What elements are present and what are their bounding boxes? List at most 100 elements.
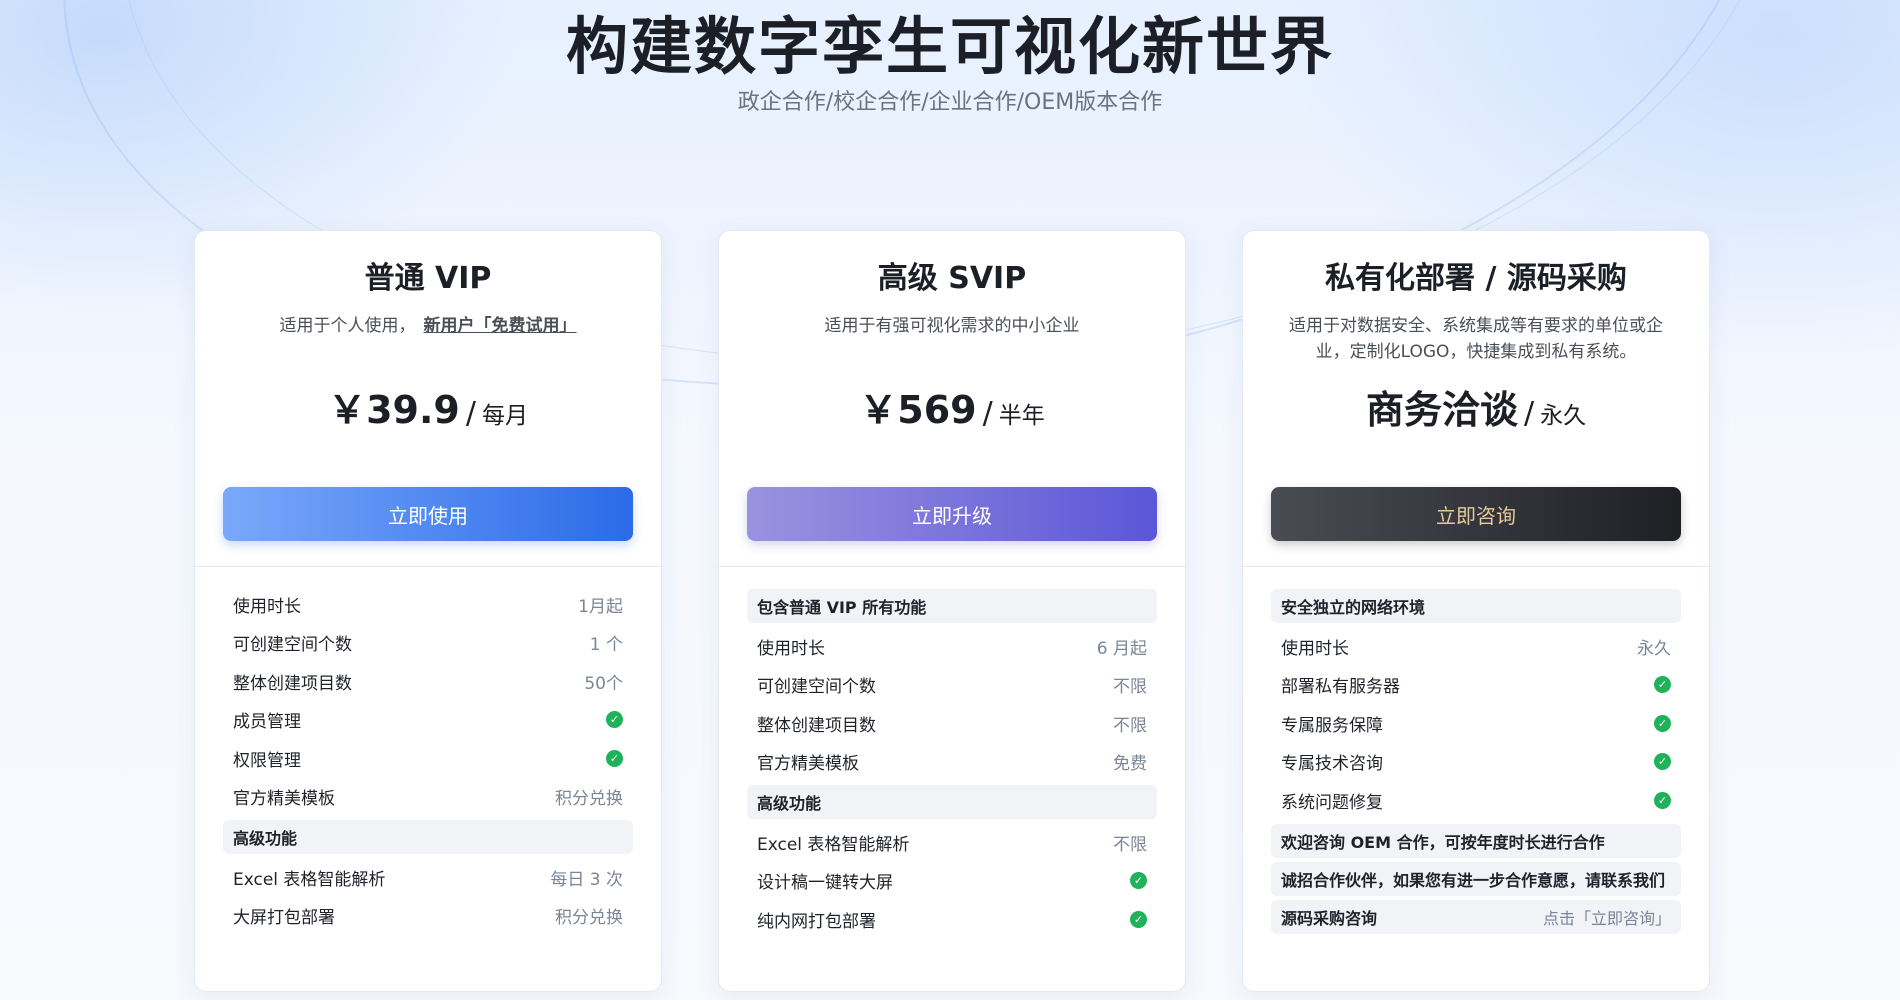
feature-value: 积分兑换 [555,908,623,929]
feature-label: 官方精美模板 [757,754,859,775]
plan-description: 适用于有强可视化需求的中小企业 [824,316,1080,336]
feature-section-header: 高级功能 [223,820,633,854]
feature-value: 不限 [1113,677,1147,698]
feature-label: 专属技术咨询 [1281,754,1383,775]
feature-label: 使用时长 [233,596,301,617]
price-separator: / [1523,396,1535,431]
feature-label: 使用时长 [1281,638,1349,659]
section-label: 包含普通 VIP 所有功能 [757,598,927,617]
plan-card-header: 高级 SVIP 适用于有强可视化需求的中小企业 ￥569 / 半年 立即升级 [719,231,1185,566]
feature-row: 官方精美模板 积分兑换 [223,778,633,817]
feature-value: 每日 3 次 [550,869,623,890]
feature-row: 专属技术咨询 ✓ [1271,743,1681,782]
feature-row: 使用时长 永久 [1271,627,1681,666]
feature-section-header: 欢迎咨询 OEM 合作，可按年度时长进行合作 [1271,823,1681,858]
feature-value: 1月起 [578,596,623,617]
feature-section-header: 包含普通 VIP 所有功能 [747,589,1157,623]
price-period: 每月 [481,403,528,429]
feature-section-header: 高级功能 [747,785,1157,819]
plan-price: ￥569 / 半年 [719,379,1185,434]
check-circle-icon: ✓ [1654,753,1671,771]
feature-row: 使用时长 6 月起 [747,627,1157,666]
section-label: 安全独立的网络环境 [1281,598,1426,617]
feature-label: 官方精美模板 [233,789,335,810]
feature-row: 官方精美模板 免费 [747,743,1157,782]
feature-section-header: 诚招合作伙伴，如果您有进一步合作意愿，请联系我们 [1271,861,1681,896]
feature-list: 包含普通 VIP 所有功能 使用时长 6 月起 可创建空间个数 不限 整体创建项目数 不限官… [719,567,1185,939]
price-amount: 商务洽谈 [1365,388,1518,432]
feature-row: 部署私有服务器 ✓ [1271,666,1681,705]
feature-row: 设计稿一键转大屏 ✓ [747,862,1157,901]
section-label: 诚招合作伙伴，如果您有进一步合作意愿，请联系我们 [1281,870,1666,890]
feature-label: 整体创建项目数 [233,673,352,694]
check-circle-icon: ✓ [1654,676,1671,694]
plan-price: ￥39.9 / 每月 [195,379,661,434]
price-separator: / [982,396,993,431]
feature-label: 可创建空间个数 [757,677,876,698]
feature-value: 不限 [1113,715,1147,736]
feature-row: 专属服务保障 ✓ [1271,704,1681,743]
check-circle-icon: ✓ [606,711,623,729]
feature-row: Excel 表格智能解析 不限 [747,823,1157,862]
pricing-cards: 普通 VIP 适用于个人使用， 新用户「免费试用」 ￥39.9 / 每月 立即使用… [194,230,1710,992]
plan-title: 高级 SVIP [877,261,1027,296]
plan-card-private: 私有化部署 / 源码采购 适用于对数据安全、系统集成等有要求的单位或企业，定制化… [1242,230,1710,992]
feature-row: 使用时长 1月起 [223,585,633,624]
feature-value: 免费 [1113,754,1147,775]
feature-label: 大屏打包部署 [233,908,335,929]
feature-row: 成员管理 ✓ [223,701,633,740]
feature-section-header: 安全独立的网络环境 [1271,589,1681,623]
feature-row: 可创建空间个数 1 个 [223,624,633,663]
feature-value: 50个 [584,673,623,694]
feature-label: 专属服务保障 [1281,715,1383,736]
check-circle-icon: ✓ [1130,910,1147,928]
feature-value: 1 个 [589,635,623,656]
feature-row: 可创建空间个数 不限 [747,666,1157,705]
plan-card-header: 私有化部署 / 源码采购 适用于对数据安全、系统集成等有要求的单位或企业，定制化… [1243,231,1709,566]
feature-label: 部署私有服务器 [1281,677,1400,698]
page-subtitle: 政企合作/校企合作/企业合作/OEM版本合作 [737,90,1163,115]
section-label: 高级功能 [757,794,822,813]
plan-description: 适用于个人使用， 新用户「免费试用」 [195,313,661,339]
section-label: 高级功能 [233,829,298,848]
section-label: 欢迎咨询 OEM 合作，可按年度时长进行合作 [1281,832,1605,852]
feature-row: 大屏打包部署 积分兑换 [223,897,633,936]
feature-label: 整体创建项目数 [757,715,876,736]
plan-card-svip: 高级 SVIP 适用于有强可视化需求的中小企业 ￥569 / 半年 立即升级 包… [718,230,1186,992]
price-period: 半年 [998,403,1045,429]
feature-row: 整体创建项目数 不限 [747,704,1157,743]
feature-row: Excel 表格智能解析 每日 3 次 [223,858,633,897]
consult-now-button[interactable]: 立即咨询 [1271,487,1681,541]
feature-row: 系统问题修复 ✓ [1271,781,1681,820]
check-circle-icon: ✓ [1130,872,1147,890]
price-amount: ￥569 [859,388,977,432]
price-period: 永久 [1540,403,1587,429]
feature-label: 使用时长 [757,638,825,659]
feature-label: 可创建空间个数 [233,635,352,656]
free-trial-link[interactable]: 新用户「免费试用」 [424,316,577,336]
price-amount: ￥39.9 [328,388,460,432]
feature-list: 安全独立的网络环境使用时长 永久部署私有服务器 ✓ 专属服务保障 ✓ 专属技术咨询 ✓ 系统问… [1243,567,1709,934]
plan-card-header: 普通 VIP 适用于个人使用， 新用户「免费试用」 ￥39.9 / 每月 立即使用 [195,231,661,566]
price-separator: / [465,396,476,431]
feature-label: 设计稿一键转大屏 [757,873,893,894]
feature-list: 使用时长 1月起 可创建空间个数 1 个整体创建项目数 50个 成员管理 ✓ 权限管理 ✓ 官方精… [195,567,661,935]
consult-link[interactable]: 点击「立即咨询」 [1543,905,1671,929]
page-title: 构建数字孪生可视化新世界 [565,10,1334,83]
plan-card-vip: 普通 VIP 适用于个人使用， 新用户「免费试用」 ￥39.9 / 每月 立即使用… [194,230,662,992]
plan-title: 私有化部署 / 源码采购 [1325,261,1627,296]
feature-label: 成员管理 [233,712,301,733]
plan-description-text: 适用于个人使用， [279,316,416,336]
upgrade-now-button[interactable]: 立即升级 [747,487,1157,541]
feature-label: 纯内网打包部署 [757,911,876,932]
check-circle-icon: ✓ [606,749,623,767]
feature-value: 积分兑换 [555,789,623,810]
use-now-button[interactable]: 立即使用 [223,487,633,541]
feature-row: 纯内网打包部署 ✓ [747,900,1157,939]
plan-price: 商务洽谈 / 永久 [1243,379,1709,434]
feature-row: 整体创建项目数 50个 [223,662,633,701]
plan-title: 普通 VIP [364,261,492,296]
feature-section-header: 源码采购咨询 点击「立即咨询」 [1271,899,1681,934]
plan-description: 适用于对数据安全、系统集成等有要求的单位或企业，定制化LOGO，快捷集成到私有系… [1289,316,1663,362]
check-circle-icon: ✓ [1654,714,1671,732]
